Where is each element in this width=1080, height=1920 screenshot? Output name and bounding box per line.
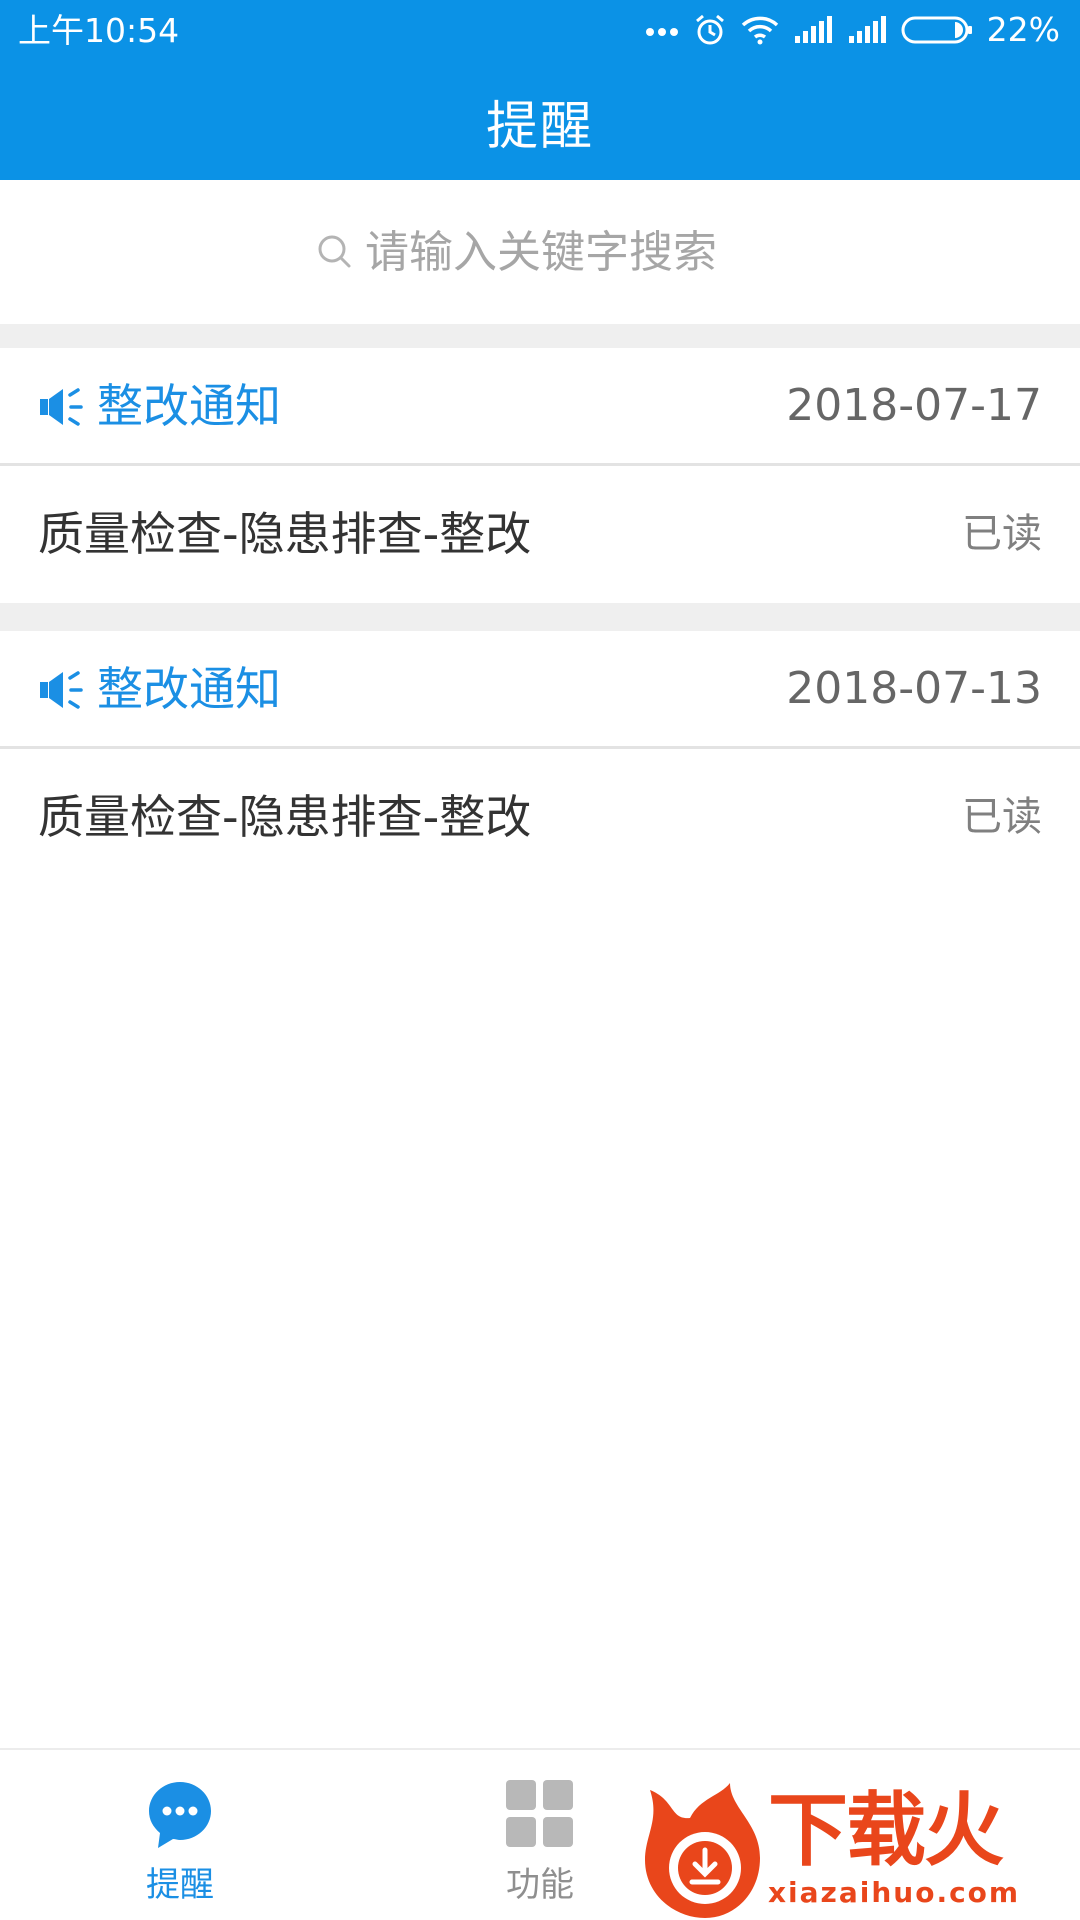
- notice-item[interactable]: 质量检查-隐患排查-整改 已读: [0, 749, 1080, 886]
- notice-date: 2018-07-17: [786, 380, 1042, 431]
- page-title: 提醒: [485, 96, 594, 157]
- watermark-logo: 下载火 xiazaihuo.com: [640, 1780, 1080, 1920]
- read-status: 已读: [962, 511, 1042, 557]
- section-divider: [0, 324, 1080, 348]
- nav-label: 提醒: [146, 1865, 214, 1905]
- search-input[interactable]: [365, 226, 765, 278]
- flame-logo-icon: [640, 1780, 770, 1920]
- section-divider: [0, 603, 1080, 631]
- status-bar: 上午10:54 22%: [0, 0, 1080, 62]
- alarm-icon: [693, 13, 727, 47]
- battery-icon: [901, 15, 973, 45]
- wifi-icon: [741, 15, 779, 45]
- notice-type: 整改通知: [97, 379, 281, 433]
- search-box[interactable]: [0, 180, 1080, 324]
- battery-percent: 22%: [986, 10, 1060, 49]
- notice-header[interactable]: 整改通知 2018-07-17: [0, 348, 1080, 466]
- read-status: 已读: [962, 794, 1042, 840]
- more-dots-icon: [645, 24, 679, 36]
- signal-icon: [847, 16, 887, 44]
- signal-icon: [793, 16, 833, 44]
- app-screen: 上午10:54 22% 提醒 请输入关键字搜索 整改通知 2018-07-17 …: [0, 0, 1080, 1920]
- status-time: 上午10:54: [18, 11, 180, 50]
- watermark-url: xiazaihuo.com: [768, 1876, 1021, 1909]
- notice-text: 质量检查-隐患排查-整改: [38, 790, 532, 844]
- search-bar: [0, 180, 1080, 324]
- chat-bubble-icon: [147, 1780, 213, 1856]
- speaker-icon: [40, 669, 84, 715]
- title-bar: 提醒: [0, 62, 1080, 180]
- notice-header[interactable]: 整改通知 2018-07-13: [0, 631, 1080, 749]
- notice-text: 质量检查-隐患排查-整改: [38, 507, 532, 561]
- search-icon: [315, 232, 355, 272]
- watermark-text: 下载火: [768, 1784, 1004, 1877]
- grid-icon: [506, 1780, 574, 1852]
- notice-item[interactable]: 质量检查-隐患排查-整改 已读: [0, 466, 1080, 603]
- status-icons: 22%: [645, 10, 1060, 50]
- notice-date: 2018-07-13: [786, 663, 1042, 714]
- notice-type: 整改通知: [97, 662, 281, 716]
- speaker-icon: [40, 386, 84, 432]
- nav-item-reminder[interactable]: 提醒: [0, 1750, 360, 1920]
